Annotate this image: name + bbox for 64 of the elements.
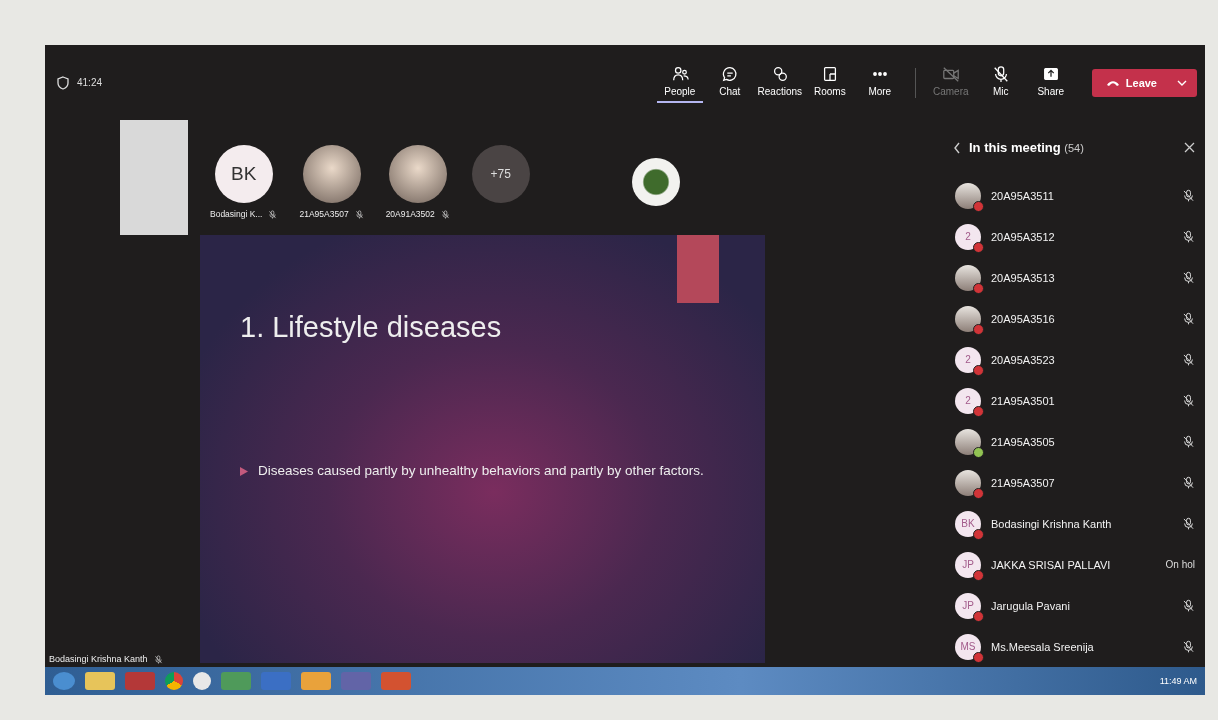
- participant-name: 20A95A3516: [991, 312, 1056, 325]
- more-button[interactable]: More: [856, 62, 903, 103]
- avatar-photo: [388, 145, 447, 203]
- chat-button[interactable]: Chat: [706, 62, 753, 103]
- chat-icon: [720, 64, 739, 83]
- browser-icon[interactable]: [165, 672, 183, 690]
- reactions-button[interactable]: Reactions: [756, 62, 803, 103]
- app-icon[interactable]: [193, 672, 211, 690]
- avatar-initials: 2: [965, 395, 971, 406]
- participant-name: 21A95A3507: [299, 209, 349, 219]
- shield-icon: [57, 75, 69, 90]
- spreadsheet-icon[interactable]: [221, 672, 251, 690]
- rooms-button[interactable]: Rooms: [806, 62, 853, 103]
- mic-off-icon: [354, 209, 364, 219]
- slide-decoration: [677, 235, 719, 303]
- back-icon[interactable]: [953, 141, 961, 154]
- participant-name: 21A95A3505: [991, 435, 1056, 448]
- mic-off-icon: [153, 654, 163, 664]
- panel-title: In this meeting (54): [969, 140, 1085, 155]
- folder-icon[interactable]: [85, 672, 115, 690]
- avatar-initials: MS: [960, 641, 976, 652]
- avatar-initials: 2: [965, 354, 971, 365]
- meeting-timer: 41:24: [77, 77, 103, 88]
- participant-name: 20A95A3523: [991, 353, 1056, 366]
- share-button[interactable]: Share: [1027, 62, 1074, 103]
- mic-button[interactable]: Mic: [977, 62, 1024, 103]
- status-text: On hol: [1165, 559, 1195, 570]
- caret-icon: [1177, 79, 1187, 86]
- camera-off-icon: [941, 64, 960, 83]
- participant-name: 20A95A3513: [991, 271, 1056, 284]
- avatar-photo: [302, 145, 361, 203]
- avatar-initials: BK: [961, 518, 975, 529]
- mic-off-icon: [268, 209, 278, 219]
- participant-name: 20A91A3502: [385, 209, 435, 219]
- participant-name: 20A95A3512: [991, 230, 1056, 243]
- participant-name: Ms.Meesala Sreenija: [991, 640, 1095, 653]
- participant-name: JAKKA SRISAI PALLAVI: [991, 558, 1112, 571]
- teams-icon[interactable]: [341, 672, 371, 690]
- leave-button[interactable]: Leave: [1091, 68, 1197, 97]
- avatar-initials: 2: [965, 231, 971, 242]
- presentation-icon[interactable]: [381, 672, 411, 690]
- presenter-name: Bodasingi Krishna Kanth: [49, 654, 148, 664]
- participant-name: 21A95A3507: [991, 476, 1056, 489]
- phone-icon: [1105, 78, 1120, 87]
- close-icon[interactable]: [1184, 142, 1195, 153]
- participant-name: 20A95A3511: [991, 189, 1055, 202]
- slide-title: 1. Lifestyle diseases: [240, 311, 503, 344]
- start-icon[interactable]: [53, 672, 75, 690]
- bullet-text: Diseases caused partly by unhealthy behaviors and partly by other factors.: [258, 464, 704, 479]
- people-icon: [670, 64, 689, 83]
- document-icon[interactable]: [261, 672, 291, 690]
- clock: 11:49 AM: [1159, 676, 1197, 686]
- avatar: BK: [214, 145, 273, 203]
- mic-off-icon: [440, 209, 450, 219]
- people-button[interactable]: People: [656, 62, 703, 103]
- more-icon: [872, 71, 887, 76]
- participant-name: 21A95A3501: [991, 394, 1056, 407]
- participant-name: Bodasingi Krishna Kanth: [991, 517, 1113, 530]
- participant-name: Bodasingi K...: [210, 209, 263, 219]
- participant-name: Jarugula Pavani: [991, 599, 1071, 612]
- avatar-initials: JP: [962, 600, 974, 611]
- avatar-initials: JP: [962, 559, 974, 570]
- overflow-count[interactable]: +75: [471, 145, 530, 203]
- bullet-icon: [240, 467, 248, 476]
